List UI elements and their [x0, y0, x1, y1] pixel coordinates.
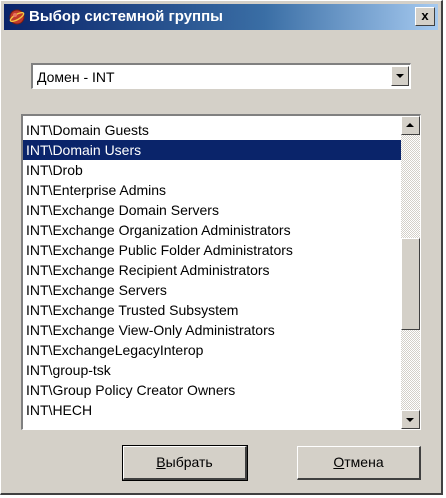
list-item[interactable]: INT\ExchangeLegacyInterop — [23, 340, 401, 360]
list-item[interactable]: INT\group-tsk — [23, 360, 401, 380]
list-item[interactable]: INT\Drob — [23, 160, 401, 180]
scroll-down-icon — [406, 418, 414, 422]
domain-select-value: Домен - INT — [37, 69, 115, 85]
domain-select-dropdown-button[interactable] — [391, 66, 409, 86]
cancel-button-mnemonic: О — [333, 454, 345, 470]
scroll-thumb[interactable] — [401, 238, 420, 330]
list-item[interactable]: INT\Exchange Recipient Administrators — [23, 260, 401, 280]
list-item[interactable]: INT\Exchange Public Folder Administrator… — [23, 240, 401, 260]
close-icon: x — [421, 8, 429, 23]
list-scrollbar[interactable] — [401, 116, 420, 429]
list-item[interactable]: INT\Enterprise Admins — [23, 180, 401, 200]
select-button[interactable]: Выбрать — [122, 445, 248, 481]
list-item[interactable]: INT\Exchange Trusted Subsystem — [23, 300, 401, 320]
list-item[interactable]: INT\Domain Guests — [23, 120, 401, 140]
chevron-down-icon — [396, 74, 404, 78]
scroll-up-button[interactable] — [401, 116, 420, 135]
group-list: INT\Domain Guests INT\Domain Users INT\Dro… — [23, 120, 401, 420]
dialog-title: Выбор системной группы — [29, 8, 223, 25]
list-item[interactable]: INT\Exchange Organization Administrators — [23, 220, 401, 240]
close-button[interactable]: x — [415, 7, 435, 26]
group-listbox[interactable]: INT\Domain Guests INT\Domain Users INT\Dro… — [21, 114, 421, 430]
list-item[interactable]: INT\Exchange Servers — [23, 280, 401, 300]
app-globe-icon — [9, 9, 25, 25]
list-item[interactable]: INT\Domain Users — [23, 140, 401, 160]
list-item[interactable]: INT\Group Policy Creator Owners — [23, 380, 401, 400]
domain-select[interactable]: Домен - INT — [31, 63, 411, 89]
cancel-button[interactable]: Отмена — [297, 446, 421, 480]
scroll-up-icon — [406, 123, 414, 127]
scroll-down-button[interactable] — [401, 410, 420, 429]
cancel-button-label: тмена — [344, 454, 384, 470]
list-item[interactable]: INT\Exchange View-Only Administrators — [23, 320, 401, 340]
list-item[interactable]: INT\Exchange Domain Servers — [23, 200, 401, 220]
title-bar[interactable]: Выбор системной группы x — [4, 4, 438, 30]
select-button-mnemonic: В — [156, 454, 166, 470]
select-button-label: ыбрать — [165, 454, 213, 470]
list-item[interactable]: INT\HECH — [23, 400, 401, 420]
dialog-window: Выбор системной группы x Домен - INT INT… — [0, 0, 443, 495]
